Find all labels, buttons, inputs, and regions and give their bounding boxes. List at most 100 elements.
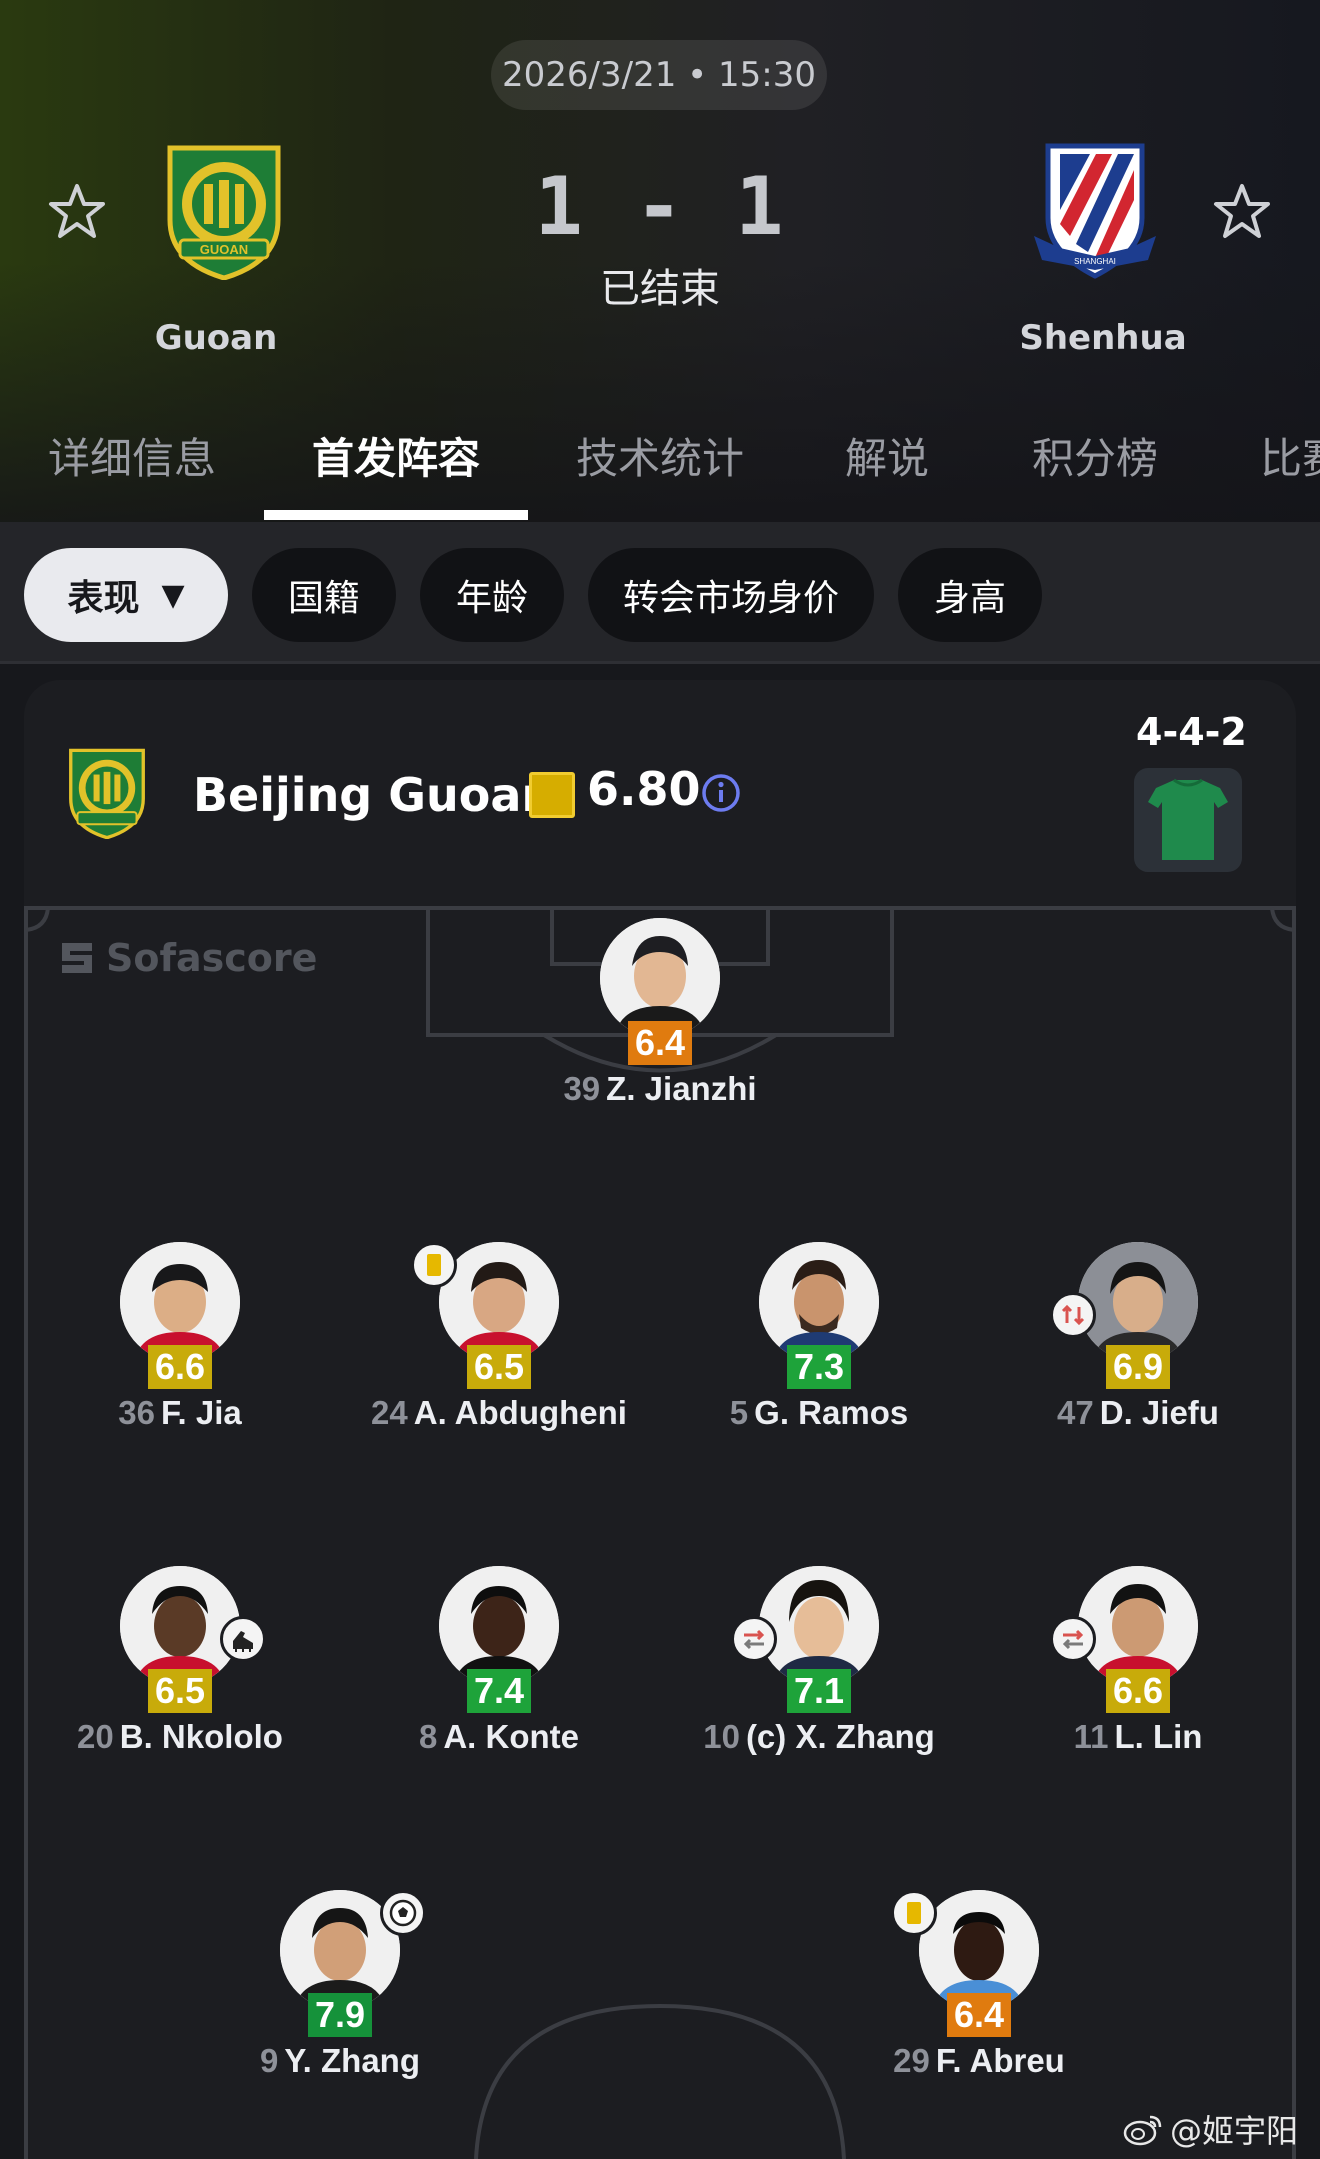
- player-card[interactable]: 7.9 9 Y. Zhang: [190, 1890, 490, 2090]
- player-number: 39: [563, 1070, 601, 1107]
- tab-matches[interactable]: 比赛: [1260, 425, 1320, 486]
- player-name: F. Jia: [161, 1394, 242, 1431]
- player-number: 11: [1073, 1718, 1109, 1755]
- player-card[interactable]: 6.5 24 A. Abdugheni: [349, 1242, 649, 1442]
- player-label: 11 L. Lin: [968, 1718, 1308, 1756]
- player-name: Y. Zhang: [284, 2042, 421, 2079]
- player-card[interactable]: 6.4 39 Z. Jianzhi: [510, 918, 810, 1118]
- player-number: 24: [371, 1394, 408, 1431]
- active-tab-indicator: [264, 510, 528, 520]
- lineup-team-name[interactable]: Beijing Guoan: [193, 768, 554, 822]
- player-rating: 6.5: [148, 1669, 212, 1713]
- player-rating: 7.9: [308, 1993, 372, 2037]
- yellow-card-icon: [411, 1242, 457, 1288]
- yellow-card-icon: [891, 1890, 937, 1936]
- player-label: 24 A. Abdugheni: [329, 1394, 669, 1432]
- sofascore-watermark: Sofascore: [58, 936, 317, 980]
- filter-market-value[interactable]: 转会市场身价: [588, 548, 874, 642]
- away-team-name[interactable]: Shenhua: [973, 318, 1233, 358]
- lineup-filter-bar: 表现 ▼ 国籍 年龄 转会市场身价 身高: [0, 522, 1320, 664]
- player-card[interactable]: 7.3 5 G. Ramos: [669, 1242, 969, 1442]
- player-number: 20: [77, 1718, 114, 1755]
- player-avatar: [1078, 1566, 1198, 1686]
- match-header: 2026/3/21 • 15:30 GUOAN Guoan 1 - 1 已结束 …: [0, 0, 1320, 522]
- player-rating: 6.6: [1106, 1669, 1170, 1713]
- average-rating-swatch: [529, 772, 575, 818]
- average-team-rating: 6.80: [587, 762, 701, 816]
- player-name: F. Abreu: [935, 2042, 1065, 2079]
- player-card[interactable]: 6.6 36 F. Jia: [30, 1242, 330, 1442]
- player-card[interactable]: 7.1 10 (c) X. Zhang: [669, 1566, 969, 1766]
- home-team-name[interactable]: Guoan: [86, 318, 346, 358]
- player-name: D. Jiefu: [1099, 1394, 1219, 1431]
- substitution-out-icon: [731, 1616, 777, 1662]
- guoan-logo[interactable]: GUOAN: [160, 140, 288, 281]
- favorite-home-star-icon[interactable]: [45, 180, 109, 244]
- svg-text:GUOAN: GUOAN: [200, 242, 248, 257]
- match-score: 1 - 1: [534, 160, 786, 253]
- player-label: 9 Y. Zhang: [170, 2042, 510, 2080]
- favorite-away-star-icon[interactable]: [1210, 180, 1274, 244]
- player-number: 8: [418, 1718, 438, 1755]
- match-datetime: 2026/3/21 • 15:30: [491, 40, 827, 110]
- player-rating: 6.6: [148, 1345, 212, 1389]
- info-icon[interactable]: [700, 772, 742, 814]
- tab-statistics[interactable]: 技术统计: [576, 425, 744, 486]
- shenhua-logo[interactable]: SHANGHAI: [1030, 140, 1160, 280]
- player-label: 5 G. Ramos: [649, 1394, 989, 1432]
- caret-down-icon: ▼: [161, 577, 185, 613]
- filter-height[interactable]: 身高: [898, 548, 1042, 642]
- tab-standings[interactable]: 积分榜: [1032, 425, 1158, 486]
- player-number: 5: [729, 1394, 749, 1431]
- player-rating: 7.3: [787, 1345, 851, 1389]
- player-label: 29 F. Abreu: [809, 2042, 1149, 2080]
- substitution-in-icon: [1050, 1292, 1096, 1338]
- player-card[interactable]: 7.4 8 A. Konte: [349, 1566, 649, 1766]
- player-label: 36 F. Jia: [10, 1394, 350, 1432]
- player-rating: 6.9: [1106, 1345, 1170, 1389]
- player-avatar: [1078, 1242, 1198, 1362]
- player-rating: 6.4: [628, 1021, 692, 1065]
- goal-ball-icon: [380, 1890, 426, 1936]
- player-rating: 7.4: [467, 1669, 531, 1713]
- tab-commentary[interactable]: 解说: [845, 425, 929, 486]
- player-avatar: [600, 918, 720, 1038]
- player-number: 29: [893, 2042, 930, 2079]
- player-number: 36: [118, 1394, 155, 1431]
- player-name: (c) X. Zhang: [745, 1718, 935, 1755]
- player-name: Z. Jianzhi: [606, 1070, 757, 1107]
- tab-details[interactable]: 详细信息: [48, 425, 216, 486]
- formation-label: 4-4-2: [1136, 710, 1247, 754]
- player-name: L. Lin: [1114, 1718, 1203, 1755]
- player-rating: 6.4: [947, 1993, 1011, 2037]
- player-name: G. Ramos: [754, 1394, 909, 1431]
- substitution-out-icon: [1050, 1616, 1096, 1662]
- match-status: 已结束: [600, 266, 720, 312]
- player-rating: 7.1: [787, 1669, 851, 1713]
- filter-age[interactable]: 年龄: [420, 548, 564, 642]
- filter-performance-label: 表现: [67, 578, 140, 619]
- weibo-watermark: @姬宇阳: [1122, 2106, 1298, 2152]
- player-number: 9: [259, 2042, 279, 2079]
- player-label: 47 D. Jiefu: [968, 1394, 1308, 1432]
- player-card[interactable]: 6.6 11 L. Lin: [988, 1566, 1288, 1766]
- tab-lineups[interactable]: 首发阵容: [312, 425, 480, 486]
- player-card[interactable]: 6.5 20 B. Nkololo: [30, 1566, 330, 1766]
- player-avatar: [439, 1566, 559, 1686]
- player-card[interactable]: 6.9 47 D. Jiefu: [988, 1242, 1288, 1442]
- filter-performance-dropdown[interactable]: 表现 ▼: [24, 548, 228, 642]
- player-name: A. Konte: [443, 1718, 580, 1755]
- player-card[interactable]: 6.4 29 F. Abreu: [829, 1890, 1129, 2090]
- player-label: 39 Z. Jianzhi: [490, 1070, 830, 1108]
- sofascore-logo-icon: [62, 943, 92, 973]
- player-avatar: [120, 1242, 240, 1362]
- watermark-text: Sofascore: [106, 936, 318, 980]
- guoan-small-logo[interactable]: [64, 745, 150, 840]
- player-number: 10: [703, 1718, 740, 1755]
- player-name: B. Nkololo: [119, 1718, 283, 1755]
- match-tabs: 详细信息 首发阵容 技术统计 解说 积分榜 比赛: [0, 405, 1320, 522]
- team-kit-jersey-icon[interactable]: [1134, 768, 1242, 872]
- filter-nationality[interactable]: 国籍: [252, 548, 396, 642]
- weibo-icon: [1123, 2115, 1162, 2146]
- player-avatar: [439, 1242, 559, 1362]
